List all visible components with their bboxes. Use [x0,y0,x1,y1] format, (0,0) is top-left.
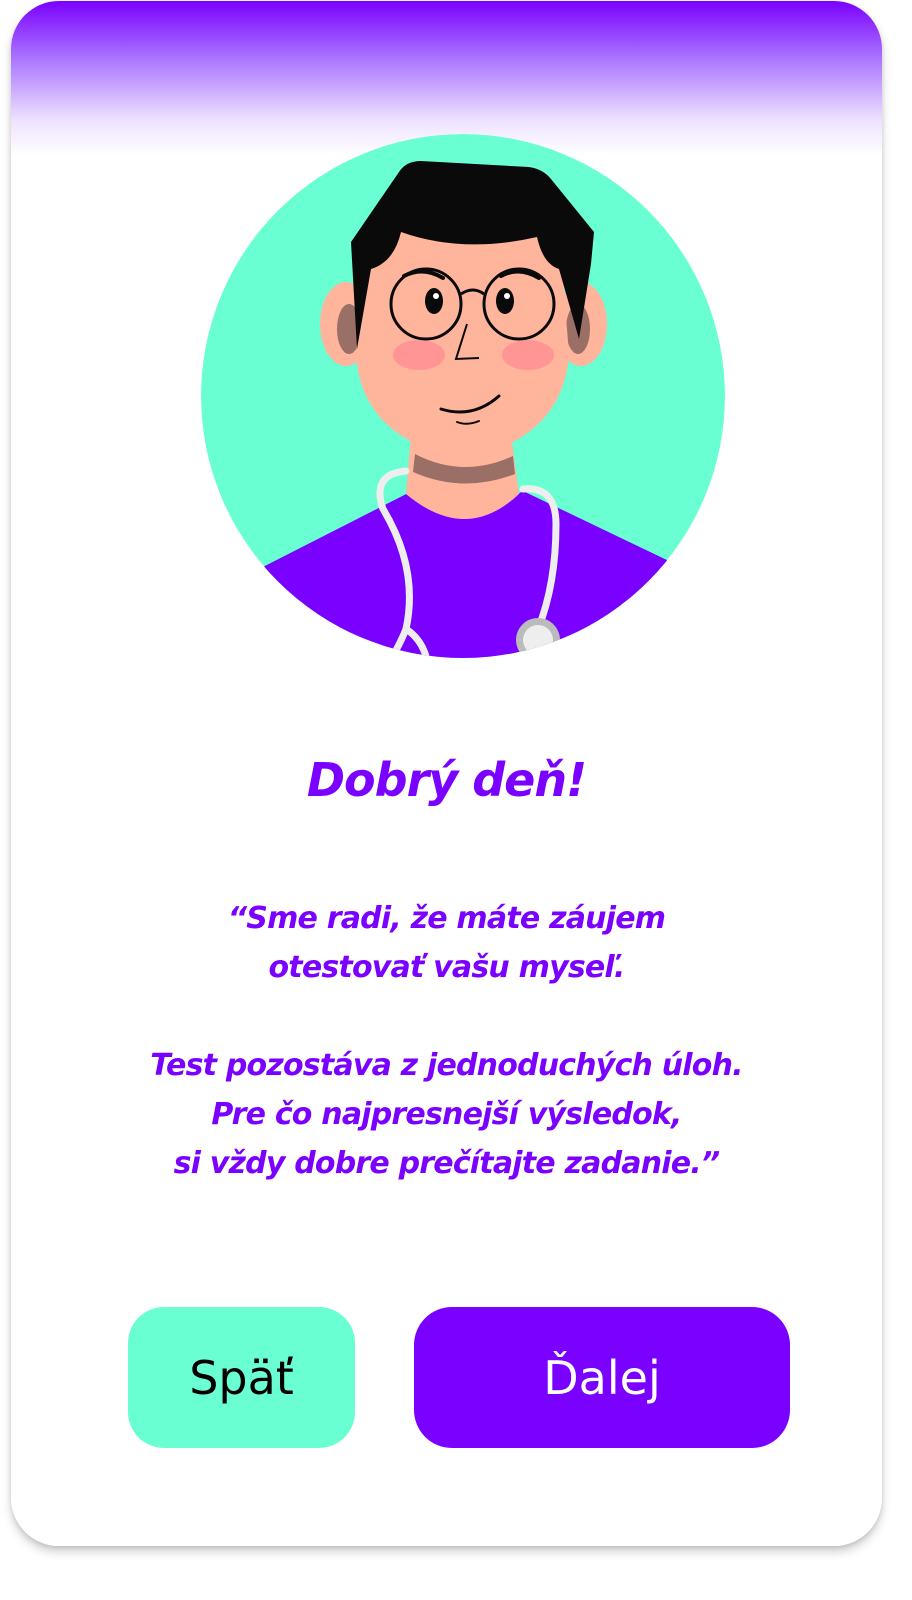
welcome-message: “Sme radi, že máte záujem otestovať vašu… [51,894,842,1188]
message-line: Pre čo najpresnejší výsledok, [211,1097,682,1132]
message-line: “Sme radi, že máte záujem [227,901,666,936]
message-gap [51,992,842,1041]
back-button[interactable]: Späť [128,1307,355,1448]
message-line: otestovať vašu myseľ. [268,950,625,985]
doctor-avatar-icon [201,134,725,658]
next-button[interactable]: Ďalej [414,1307,790,1448]
message-line: Test pozostáva z jednoduchých úloh. [150,1048,743,1083]
welcome-card: Dobrý deň! “Sme radi, že máte záujem ote… [11,1,882,1546]
greeting-title: Dobrý deň! [306,753,587,807]
message-line: si vždy dobre prečítajte zadanie.” [173,1146,721,1181]
